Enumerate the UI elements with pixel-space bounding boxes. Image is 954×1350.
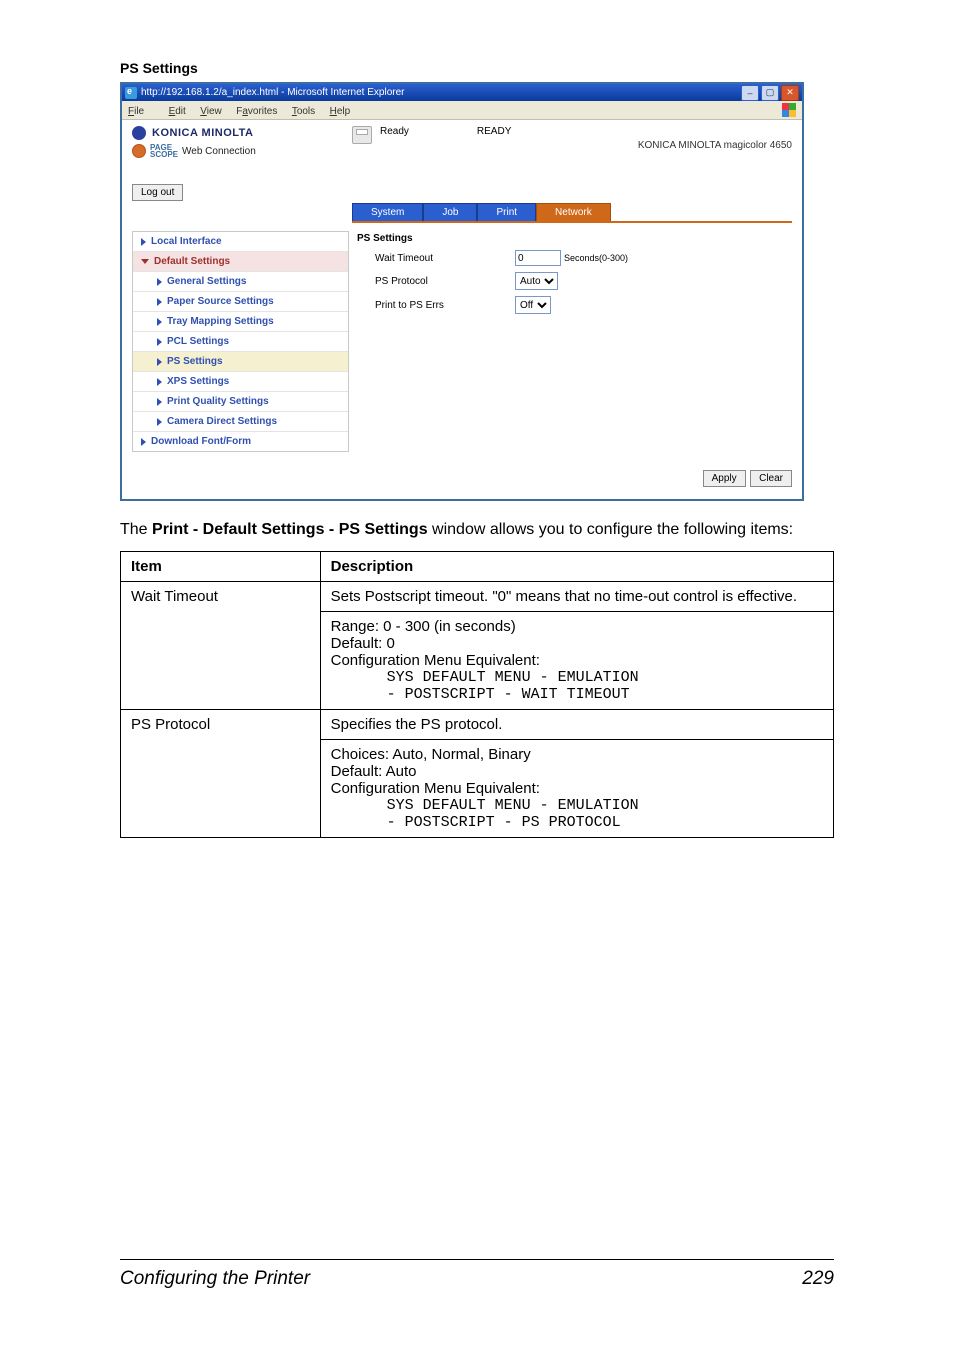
sidebar-item-download[interactable]: Download Font/Form (133, 432, 348, 451)
content-pane: PS Settings Wait Timeout Seconds(0-300) … (357, 231, 792, 452)
ie-titlebar: http://192.168.1.2/a_index.html - Micros… (122, 84, 802, 101)
label-print-ps-errs: Print to PS Errs (357, 300, 515, 311)
intro-paragraph: The Print - Default Settings - PS Settin… (120, 519, 834, 541)
chevron-right-icon (157, 298, 162, 306)
clear-button[interactable]: Clear (750, 470, 792, 487)
ie-menubar: File Edit View Favorites Tools Help (122, 101, 802, 120)
cell-desc: Choices: Auto, Normal, Binary Default: A… (320, 739, 833, 837)
select-ps-protocol[interactable]: Auto (515, 272, 558, 290)
printer-icon (352, 126, 372, 144)
printer-model: KONICA MINOLTA magicolor 4650 (519, 140, 792, 151)
sidebar-item-ps[interactable]: PS Settings (133, 352, 348, 372)
ie-icon (125, 87, 137, 99)
brand-text: KONICA MINOLTA (152, 127, 254, 139)
section-heading: PS Settings (120, 60, 834, 76)
close-button[interactable]: ✕ (781, 85, 799, 101)
ie-window: http://192.168.1.2/a_index.html - Micros… (120, 82, 804, 501)
pagescope-globe-icon (132, 144, 146, 158)
sidebar: Local Interface Default Settings General… (132, 231, 349, 452)
footer-left: Configuring the Printer (120, 1268, 310, 1290)
sidebar-item-pcl[interactable]: PCL Settings (133, 332, 348, 352)
table-row: PS Protocol Specifies the PS protocol. (121, 709, 834, 739)
status-ready-bold: READY (477, 126, 511, 137)
pagescope-text: Web Connection (182, 146, 256, 157)
tab-bar: System Job Print Network (352, 203, 792, 221)
cell-item: Wait Timeout (121, 581, 321, 709)
chevron-right-icon (157, 398, 162, 406)
sidebar-item-camera[interactable]: Camera Direct Settings (133, 412, 348, 432)
status-ready: Ready (380, 126, 409, 137)
cell-desc: Specifies the PS protocol. (320, 709, 833, 739)
maximize-button[interactable]: ▢ (761, 85, 779, 101)
apply-button[interactable]: Apply (703, 470, 746, 487)
label-wait-timeout: Wait Timeout (357, 253, 515, 264)
menu-file[interactable]: File (128, 106, 154, 117)
menu-tools[interactable]: Tools (292, 106, 315, 117)
select-print-ps-errs[interactable]: Off (515, 296, 551, 314)
hint-wait-timeout: Seconds(0-300) (564, 253, 628, 263)
ie-title-text: http://192.168.1.2/a_index.html - Micros… (141, 87, 404, 98)
menu-help[interactable]: Help (330, 106, 351, 117)
footer-right: 229 (802, 1268, 834, 1290)
table-header-row: Item Description (121, 551, 834, 581)
menu-edit[interactable]: Edit (169, 106, 186, 117)
km-logo-icon (132, 126, 146, 140)
sidebar-item-default-settings[interactable]: Default Settings (133, 252, 348, 272)
tab-print[interactable]: Print (477, 203, 536, 221)
chevron-down-icon (141, 259, 149, 264)
sidebar-item-tray-mapping[interactable]: Tray Mapping Settings (133, 312, 348, 332)
chevron-right-icon (141, 238, 146, 246)
sidebar-item-general[interactable]: General Settings (133, 272, 348, 292)
content-heading: PS Settings (357, 233, 792, 244)
page-footer: Configuring the Printer 229 (120, 1259, 834, 1290)
chevron-right-icon (157, 378, 162, 386)
settings-table: Item Description Wait Timeout Sets Posts… (120, 551, 834, 838)
cell-item: PS Protocol (121, 709, 321, 837)
th-description: Description (320, 551, 833, 581)
menu-favorites[interactable]: Favorites (236, 106, 277, 117)
cell-desc: Range: 0 - 300 (in seconds) Default: 0 C… (320, 611, 833, 709)
windows-flag-icon (782, 103, 796, 117)
tab-job[interactable]: Job (423, 203, 477, 221)
logout-button[interactable]: Log out (132, 184, 183, 201)
pagescope-small-label: PAGESCOPE (150, 144, 178, 158)
tab-system[interactable]: System (352, 203, 423, 221)
tab-network[interactable]: Network (536, 203, 611, 221)
chevron-right-icon (141, 438, 146, 446)
chevron-right-icon (157, 418, 162, 426)
chevron-right-icon (157, 278, 162, 286)
th-item: Item (121, 551, 321, 581)
label-ps-protocol: PS Protocol (357, 276, 515, 287)
chevron-right-icon (157, 318, 162, 326)
table-row: Wait Timeout Sets Postscript timeout. "0… (121, 581, 834, 611)
minimize-button[interactable]: – (741, 85, 759, 101)
chevron-right-icon (157, 338, 162, 346)
sidebar-item-local-interface[interactable]: Local Interface (133, 232, 348, 252)
menu-view[interactable]: View (200, 106, 222, 117)
chevron-right-icon (157, 358, 162, 366)
sidebar-item-paper-source[interactable]: Paper Source Settings (133, 292, 348, 312)
sidebar-item-xps[interactable]: XPS Settings (133, 372, 348, 392)
cell-desc: Sets Postscript timeout. "0" means that … (320, 581, 833, 611)
input-wait-timeout[interactable] (515, 250, 561, 266)
sidebar-item-print-quality[interactable]: Print Quality Settings (133, 392, 348, 412)
